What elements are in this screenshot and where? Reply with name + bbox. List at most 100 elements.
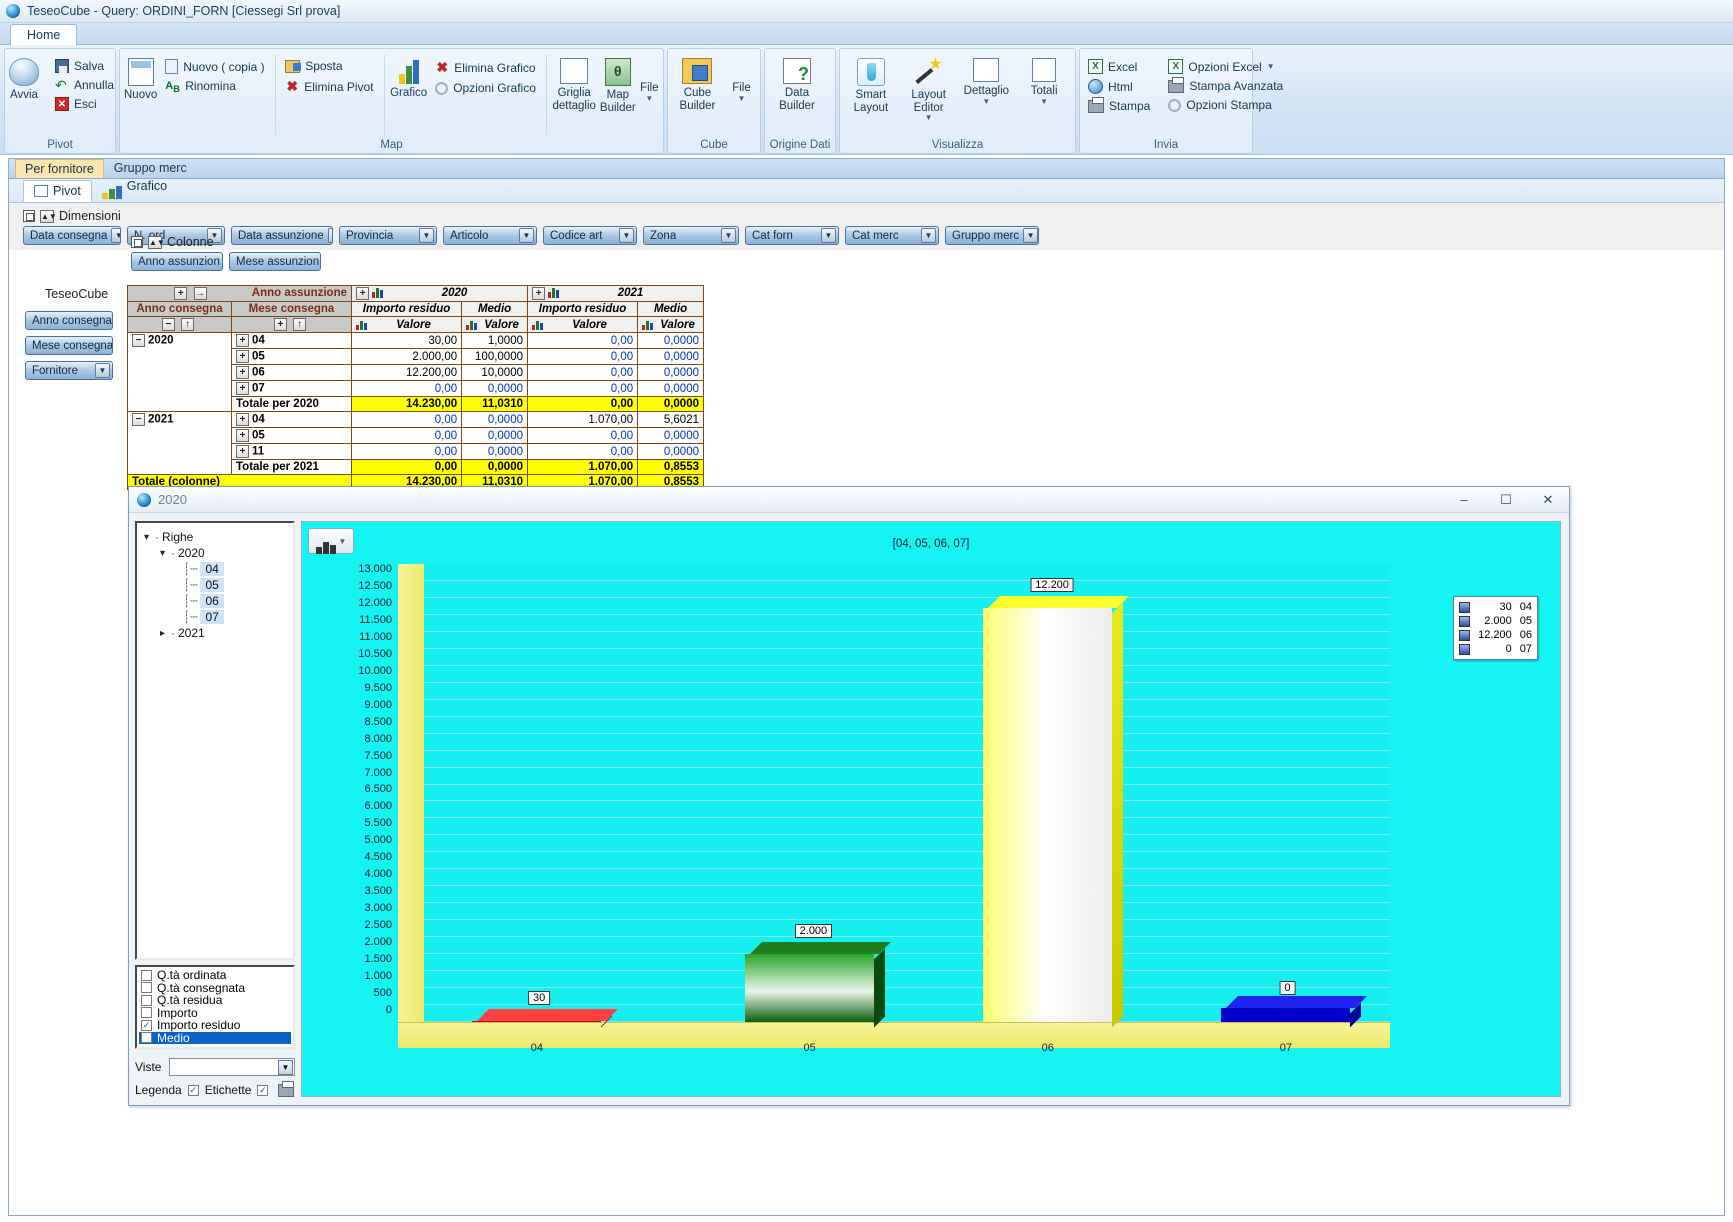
pivot-cell[interactable]: 0,00	[526, 380, 639, 397]
pivot-cell[interactable]: 0,0000	[637, 332, 704, 349]
legenda-checkbox[interactable]: ✓	[187, 1084, 199, 1096]
row-dimension-fornitore[interactable]: Fornitore ▼	[25, 361, 113, 380]
tree-node-righe[interactable]: ▾ · Righe	[141, 529, 289, 545]
esci-button[interactable]: ✕ Esci	[51, 95, 118, 113]
rinomina-button[interactable]: AB Rinomina	[161, 77, 268, 95]
etichette-checkbox[interactable]: ✓	[257, 1084, 269, 1096]
dimension-zona[interactable]: Zona ▼	[643, 226, 739, 245]
doc-tab-per-fornitore[interactable]: Per fornitore	[15, 159, 104, 178]
checkbox-icon[interactable]	[141, 1007, 152, 1019]
chart-icon[interactable]	[372, 287, 383, 298]
chevron-down-icon[interactable]: ▼	[327, 228, 332, 243]
chart-canvas[interactable]: ▼ [04, 05, 06, 07] 0 500 1.000 1.500 2.0…	[301, 521, 1561, 1097]
totali-button[interactable]: Totali ▼	[1017, 52, 1071, 106]
chevron-down-icon[interactable]: ▼	[619, 228, 634, 243]
tree-leaf-07[interactable]: ┊┄ 07	[141, 609, 289, 625]
pivot-row-controls-mese[interactable]: + ↑	[231, 316, 352, 333]
chevron-down-icon[interactable]: ▼	[721, 228, 736, 243]
pivot-year-header-2021[interactable]: + 2021	[527, 285, 704, 302]
data-builder-button[interactable]: Data Builder	[769, 52, 825, 112]
bar-05[interactable]: 2.000 05	[745, 924, 892, 1054]
dimension-cat-forn[interactable]: Cat forn ▼	[745, 226, 839, 245]
pivot-row-year-2021[interactable]: −2021	[127, 411, 232, 475]
pivot-row-month[interactable]: +05	[231, 348, 352, 365]
avvia-button[interactable]: Avvia	[9, 52, 39, 102]
table-row[interactable]: −2020 +04 30,00 1,0000 0,00 0,0000	[127, 332, 704, 412]
expand-icon[interactable]: +	[236, 334, 249, 347]
map-file-dropdown[interactable]: File ▼	[640, 52, 659, 103]
annulla-button[interactable]: ↶ Annulla	[51, 76, 118, 94]
cube-file-dropdown[interactable]: File ▼	[727, 52, 756, 103]
pivot-cell[interactable]: 0,00	[526, 443, 639, 460]
collapse-icon[interactable]: −	[132, 334, 145, 347]
tree-leaf-04[interactable]: ┊┄ 04	[141, 561, 289, 577]
pivot-cell[interactable]: 14.230,00	[350, 396, 463, 412]
print-icon[interactable]	[278, 1080, 295, 1097]
pivot-cell[interactable]: 0,0000	[637, 427, 704, 444]
stampa-avanzata-button[interactable]: Stampa Avanzata	[1164, 76, 1287, 95]
column-dimension-anno-assunzione[interactable]: Anno assunzion ▼	[131, 252, 223, 271]
dimension-data-consegna[interactable]: Data consegna ▼	[23, 226, 121, 245]
chevron-down-icon[interactable]: ▼	[278, 1059, 293, 1075]
pivot-year-header-2020[interactable]: + 2020	[351, 285, 528, 302]
pivot-cell[interactable]: 10,0000	[461, 364, 528, 381]
pivot-table[interactable]: + → Anno assunzione + 2020 + 2021 Anno c…	[127, 285, 704, 490]
pivot-cell[interactable]: 0,0000	[637, 364, 704, 381]
checkbox-icon[interactable]	[141, 994, 152, 1006]
expand-icon[interactable]: +	[236, 429, 249, 442]
chevron-down-icon[interactable]: ▼	[419, 228, 434, 243]
pivot-cell[interactable]: 0,00	[350, 411, 463, 428]
collapse-box-icon[interactable]	[131, 236, 143, 248]
pivot-cell[interactable]: 0,00	[526, 364, 639, 381]
expand-icon[interactable]: +	[236, 445, 249, 458]
pivot-cell[interactable]: 1.070,00	[526, 459, 639, 475]
dimension-provincia[interactable]: Provincia ▼	[339, 226, 437, 245]
pivot-cell[interactable]: 0,8553	[637, 459, 704, 475]
chevron-down-icon[interactable]: ▼	[111, 228, 120, 243]
expand-icon[interactable]: +	[273, 318, 287, 331]
pivot-row-month[interactable]: +06	[231, 364, 352, 381]
chevron-down-icon[interactable]: ▼	[821, 228, 836, 243]
tab-grafico[interactable]: Grafico	[92, 170, 177, 202]
pivot-cell[interactable]: 0,0000	[461, 427, 528, 444]
measure-medio[interactable]: Medio	[139, 1031, 291, 1045]
chart-icon[interactable]	[356, 319, 367, 330]
row-dimension-mese-consegna[interactable]: Mese consegna ▼	[25, 336, 113, 355]
column-dimension-mese-assunzione[interactable]: Mese assunzion ▼	[229, 252, 321, 271]
griglia-dettaglio-button[interactable]: Griglia dettaglio	[552, 52, 596, 112]
nuovo-copia-button[interactable]: Nuovo ( copia )	[161, 57, 268, 76]
legend-item[interactable]: 0 07	[1459, 642, 1532, 656]
bar-07[interactable]: 0 07	[1221, 981, 1368, 1054]
elimina-grafico-button[interactable]: ✖ Elimina Grafico	[431, 57, 540, 78]
viste-select[interactable]: ▼	[169, 1058, 295, 1076]
pivot-cell[interactable]: 0,0000	[637, 443, 704, 460]
pivot-cell[interactable]: 0,00	[526, 348, 639, 365]
measure-qta-consegnata[interactable]: Q.tà consegnata	[139, 981, 291, 995]
sort-icon[interactable]: ↑	[293, 318, 307, 331]
collapse-box-icon[interactable]	[23, 210, 35, 222]
tree-node-2020[interactable]: ▾ · 2020	[141, 545, 289, 561]
pivot-cell[interactable]: 0,00	[526, 396, 639, 412]
pivot-row-month[interactable]: +07	[231, 380, 352, 397]
pivot-cell[interactable]: 0,00	[526, 427, 639, 444]
pivot-cell[interactable]: 0,0000	[637, 380, 704, 397]
pivot-row-month[interactable]: +11	[231, 443, 352, 460]
tab-pivot[interactable]: Pivot	[23, 180, 92, 202]
grafico-button[interactable]: Grafico	[390, 52, 427, 100]
chevron-down-icon[interactable]: ▾	[157, 548, 168, 559]
stampa-button[interactable]: Stampa	[1084, 96, 1154, 115]
expand-icon[interactable]: +	[236, 382, 249, 395]
legend-item[interactable]: 2.000 05	[1459, 614, 1532, 628]
pivot-row-month[interactable]: +05	[231, 427, 352, 444]
pivot-cell[interactable]: 11,0310	[461, 396, 528, 412]
chart-icon[interactable]	[548, 287, 559, 298]
excel-button[interactable]: X Excel	[1084, 57, 1154, 76]
smart-layout-button[interactable]: Smart Layout	[844, 52, 898, 114]
pivot-cell[interactable]: 5,6021	[637, 411, 704, 428]
sort-icon[interactable]: ↑	[181, 318, 195, 331]
nuovo-pivot-button[interactable]: Nuovo	[124, 52, 157, 102]
collapse-icon[interactable]: −	[132, 413, 145, 426]
bar-04[interactable]: 30 04	[472, 990, 619, 1054]
row-dimension-anno-consegna[interactable]: Anno consegna ▼	[25, 311, 113, 330]
pivot-cell[interactable]: 1.070,00	[526, 411, 639, 428]
